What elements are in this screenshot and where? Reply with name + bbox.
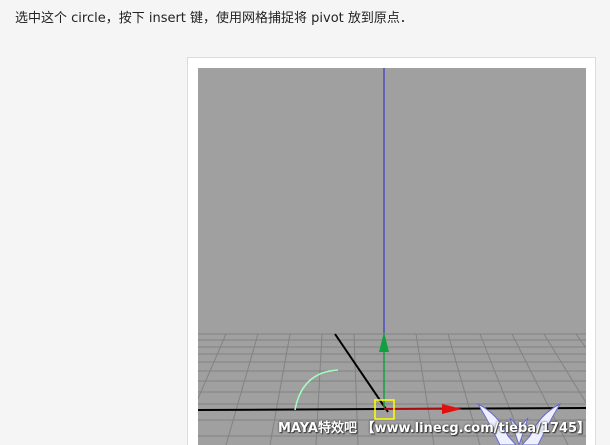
instruction-text: 选中这个 circle，按下 insert 键，使用网格捕捉将 pivot 放到… [15, 11, 413, 26]
viewport-canvas [198, 68, 586, 445]
viewport-background [198, 68, 586, 445]
maya-viewport[interactable] [198, 68, 586, 445]
watermark-text: MAYA特效吧 【www.linecg.com/tieba/1745】 [278, 421, 591, 436]
page: 选中这个 circle，按下 insert 键，使用网格捕捉将 pivot 放到… [0, 0, 610, 445]
